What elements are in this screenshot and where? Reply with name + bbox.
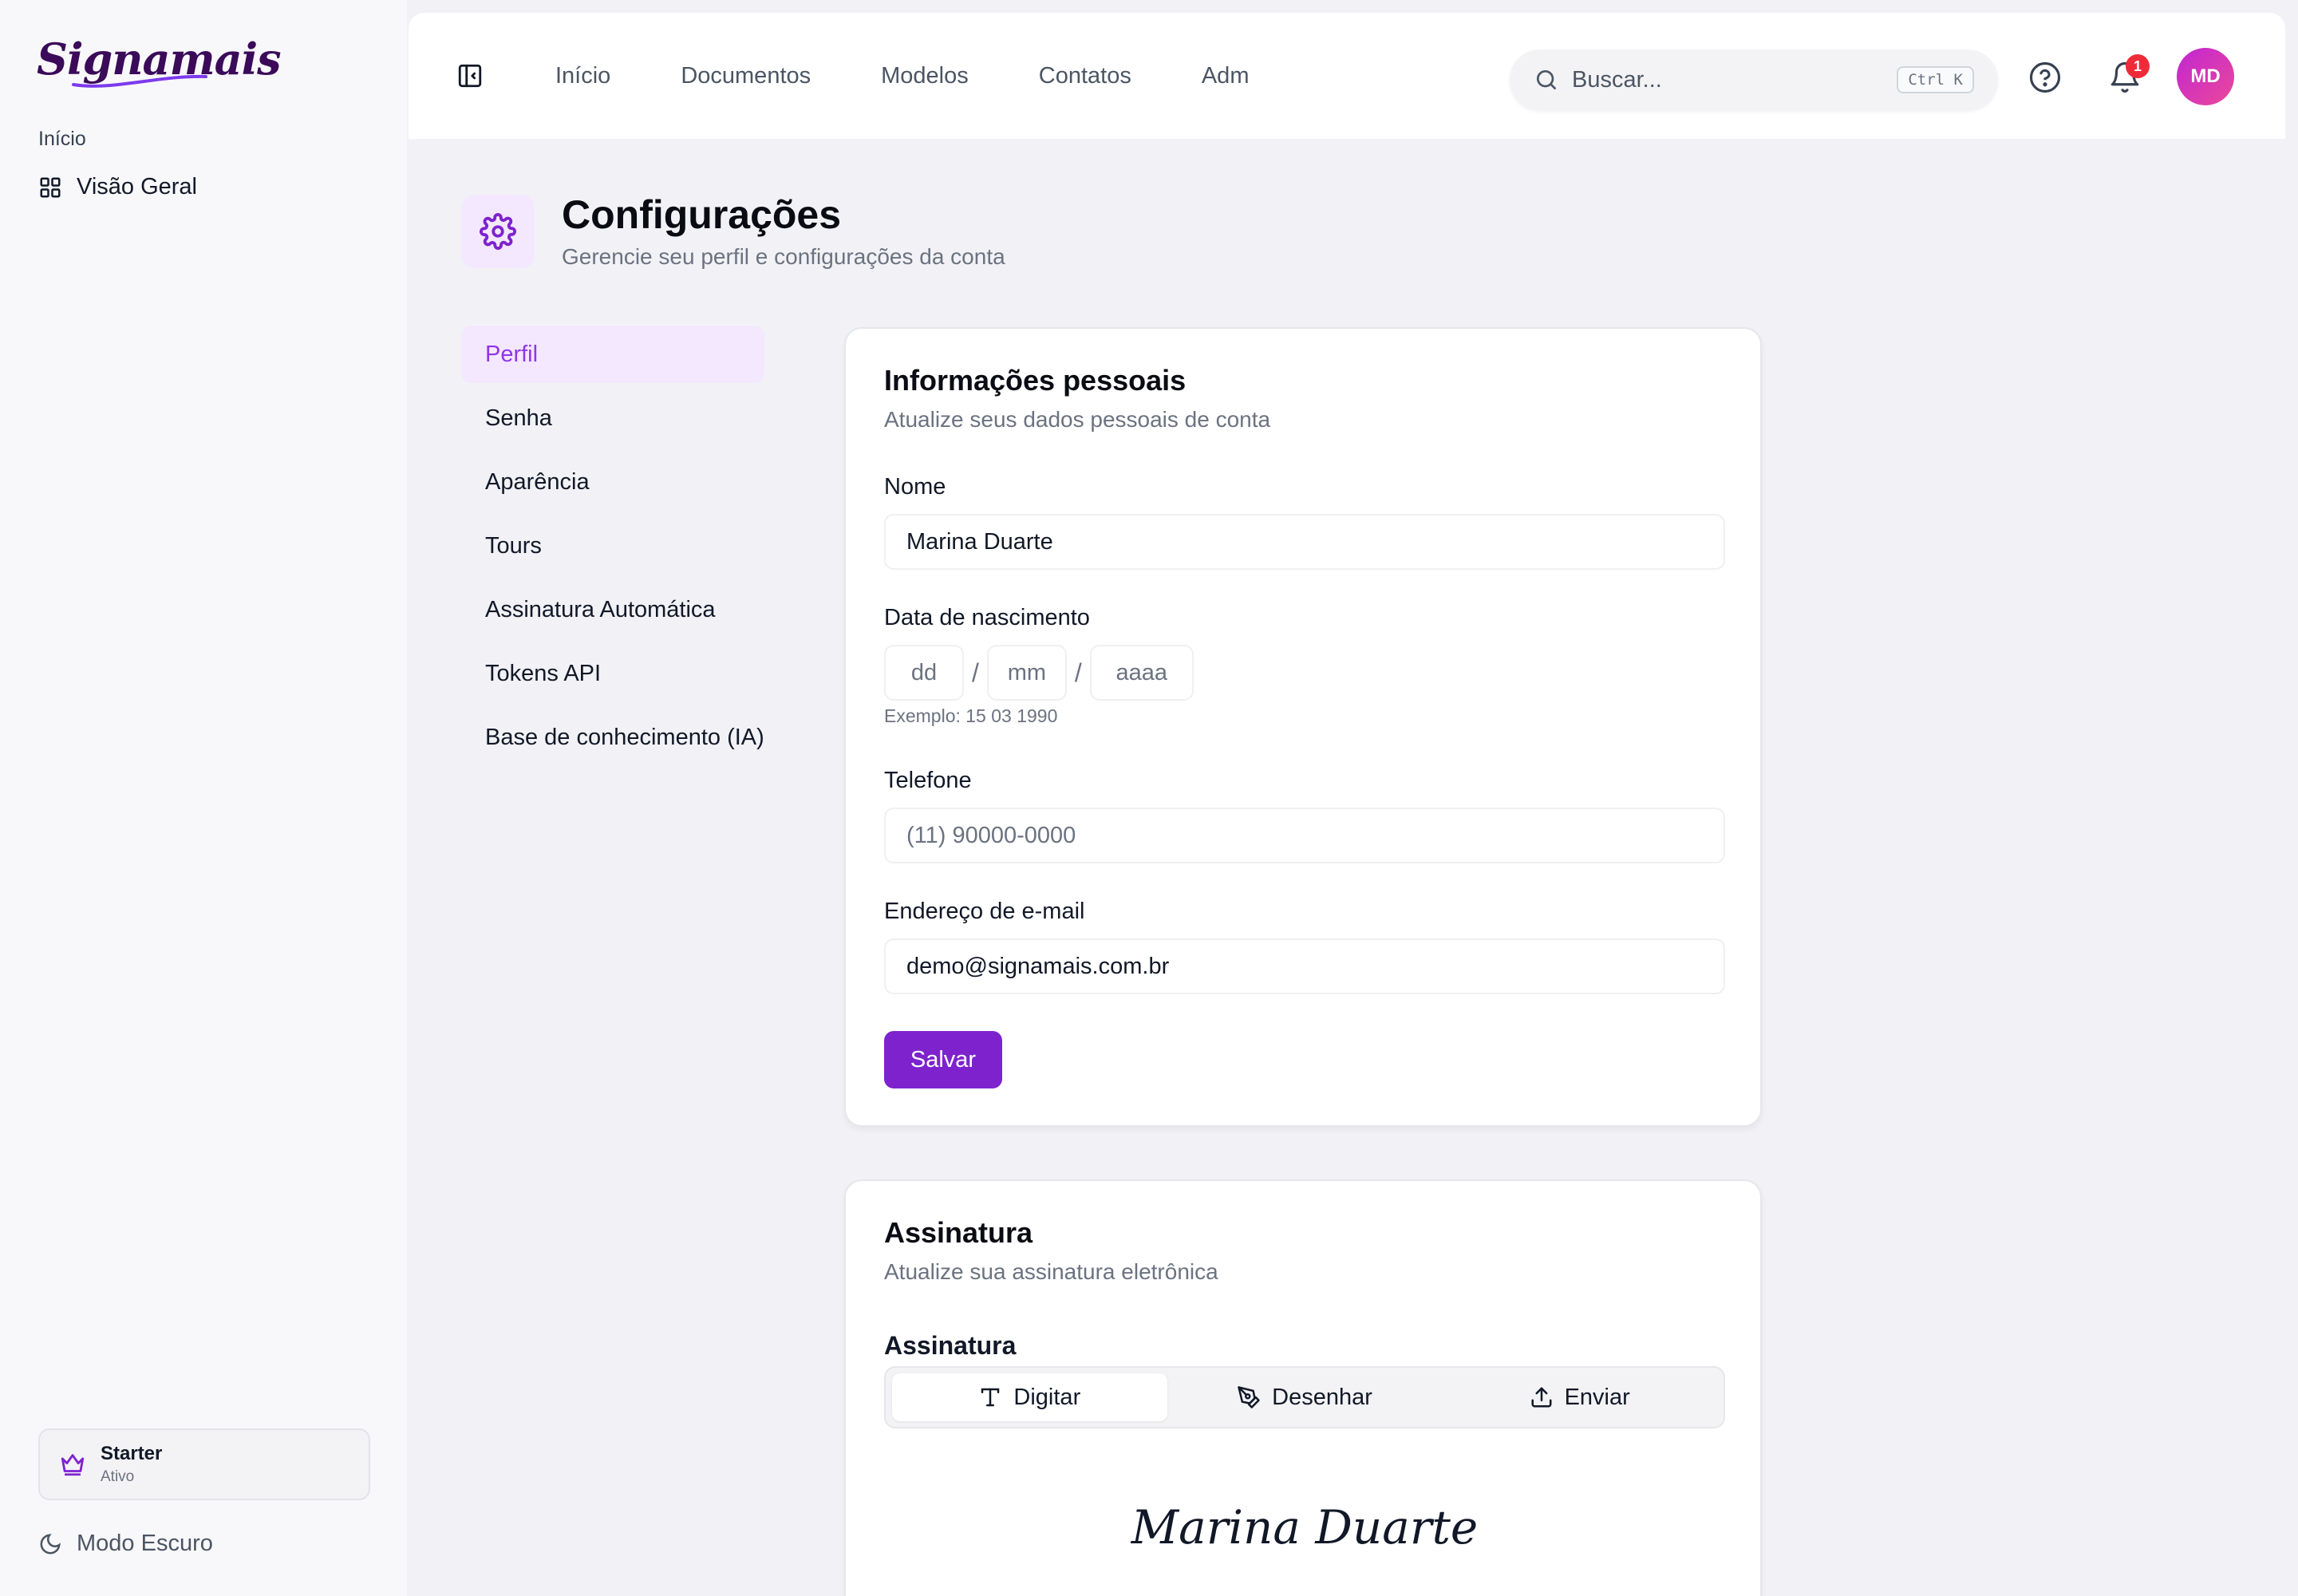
birth-year-input[interactable] xyxy=(1089,645,1194,701)
name-label: Nome xyxy=(884,474,946,500)
dark-mode-toggle[interactable]: Modo Escuro xyxy=(38,1531,213,1557)
tab-desenhar[interactable]: Desenhar xyxy=(1167,1373,1443,1421)
plan-status: Ativo xyxy=(101,1468,135,1485)
settings-menu-perfil[interactable]: Perfil xyxy=(461,326,764,383)
birth-day-input[interactable] xyxy=(884,645,964,701)
save-button[interactable]: Salvar xyxy=(884,1031,1002,1088)
settings-menu-tokens-api[interactable]: Tokens API xyxy=(461,645,764,702)
help-icon[interactable] xyxy=(2028,61,2062,94)
logo-swoosh-icon xyxy=(72,74,207,88)
signature-subtitle: Atualize sua assinatura eletrônica xyxy=(884,1259,1218,1284)
settings-menu-senha[interactable]: Senha xyxy=(461,389,764,447)
search-shortcut: Ctrl K xyxy=(1897,66,1974,93)
top-header: Início Documentos Modelos Contatos Adm C… xyxy=(409,13,2285,139)
pen-icon xyxy=(1238,1386,1260,1408)
personal-info-subtitle: Atualize seus dados pessoais de conta xyxy=(884,407,1271,432)
sidebar: Signamais Início Visão Geral Starter Ati… xyxy=(0,0,407,1596)
birthdate-label: Data de nascimento xyxy=(884,605,1090,630)
gear-icon xyxy=(480,213,516,250)
nav-inicio[interactable]: Início xyxy=(555,63,610,89)
grid-icon xyxy=(40,177,61,197)
notification-badge: 1 xyxy=(2126,54,2150,78)
email-label: Endereço de e-mail xyxy=(884,899,1085,924)
search-bar[interactable]: Ctrl K xyxy=(1510,49,1998,110)
phone-label: Telefone xyxy=(884,768,972,793)
search-icon xyxy=(1537,70,1556,89)
search-input[interactable] xyxy=(1572,66,1897,93)
type-icon xyxy=(981,1388,1000,1407)
name-input[interactable] xyxy=(884,514,1725,570)
tab-label: Enviar xyxy=(1564,1384,1630,1410)
birth-month-input[interactable] xyxy=(986,645,1067,701)
tab-label: Desenhar xyxy=(1272,1384,1372,1410)
signature-title: Assinatura xyxy=(884,1216,1033,1249)
nav-documentos[interactable]: Documentos xyxy=(681,63,811,89)
plan-name: Starter xyxy=(101,1443,163,1464)
phone-input[interactable] xyxy=(884,808,1725,863)
settings-menu-aparencia[interactable]: Aparência xyxy=(461,453,764,511)
sidebar-section-label: Início xyxy=(38,128,86,150)
moon-icon xyxy=(40,1533,61,1554)
nav-adm[interactable]: Adm xyxy=(1202,63,1250,89)
date-separator: / xyxy=(1074,658,1082,687)
tab-enviar[interactable]: Enviar xyxy=(1442,1373,1717,1421)
settings-menu-tours[interactable]: Tours xyxy=(461,517,764,575)
plan-card[interactable]: Starter Ativo xyxy=(38,1428,370,1500)
upload-icon xyxy=(1531,1387,1552,1408)
nav-modelos[interactable]: Modelos xyxy=(881,63,969,89)
birthdate-group: / / xyxy=(884,645,1194,701)
sidebar-item-overview[interactable]: Visão Geral xyxy=(38,174,197,200)
crown-icon xyxy=(61,1454,85,1476)
settings-title-icon xyxy=(461,195,535,268)
settings-menu: Perfil Senha Aparência Tours Assinatura … xyxy=(461,326,764,772)
nav-contatos[interactable]: Contatos xyxy=(1039,63,1131,89)
tab-digitar[interactable]: Digitar xyxy=(892,1373,1167,1421)
settings-menu-base-conhecimento[interactable]: Base de conhecimento (IA) xyxy=(461,709,764,766)
page-title: Configurações xyxy=(562,192,842,237)
signature-preview: Marina Duarte xyxy=(1131,1500,1479,1555)
birthdate-hint: Exemplo: 15 03 1990 xyxy=(884,705,1058,726)
signature-field-label: Assinatura xyxy=(884,1331,1017,1360)
dark-mode-label: Modo Escuro xyxy=(77,1531,213,1556)
page-subtitle: Gerencie seu perfil e configurações da c… xyxy=(562,244,1005,269)
personal-info-card: Informações pessoais Atualize seus dados… xyxy=(844,327,1762,1127)
user-avatar[interactable]: MD xyxy=(2177,48,2234,105)
signature-tabs: Digitar Desenhar Enviar xyxy=(884,1366,1725,1428)
tab-label: Digitar xyxy=(1013,1384,1081,1410)
sidebar-item-label: Visão Geral xyxy=(77,174,197,200)
top-nav: Início Documentos Modelos Contatos Adm xyxy=(555,13,1249,139)
sidebar-collapse-icon[interactable] xyxy=(456,62,484,89)
settings-menu-assinatura-automatica[interactable]: Assinatura Automática xyxy=(461,581,764,638)
email-input[interactable] xyxy=(884,938,1725,994)
signature-card: Assinatura Atualize sua assinatura eletr… xyxy=(844,1179,1762,1596)
personal-info-title: Informações pessoais xyxy=(884,364,1187,397)
date-separator: / xyxy=(972,658,979,687)
